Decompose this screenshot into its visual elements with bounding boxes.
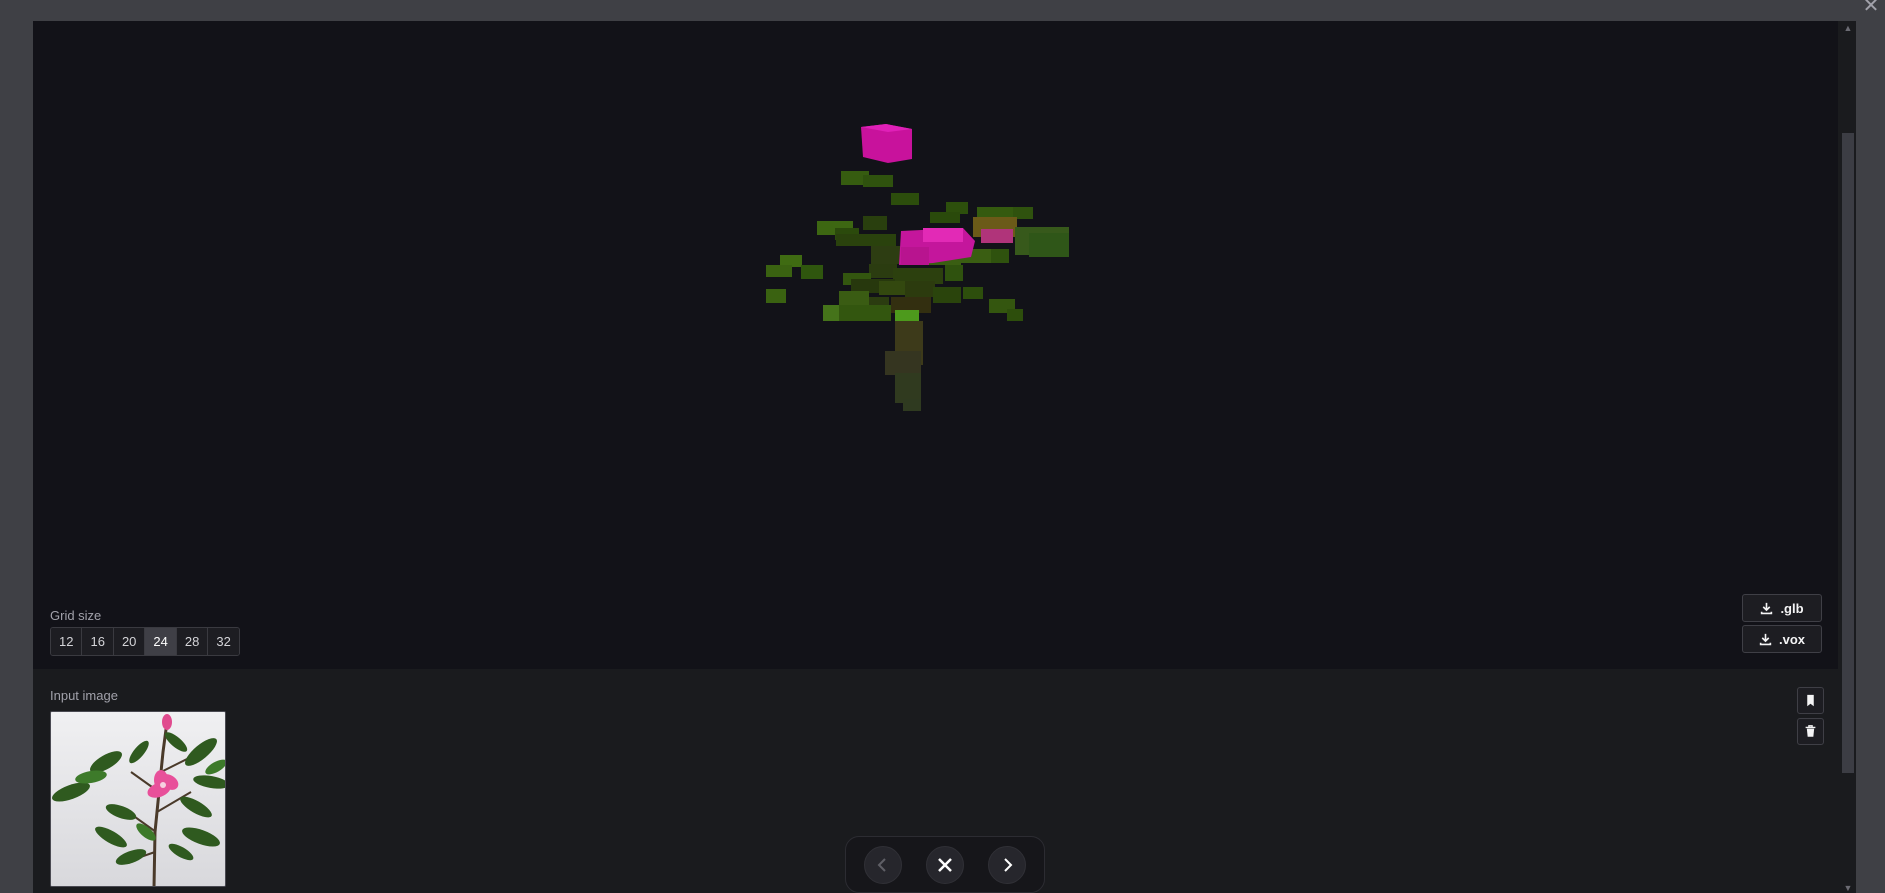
download-glb-button[interactable]: .glb [1742,594,1822,622]
grid-size-20-button[interactable]: 20 [113,628,146,655]
grid-size-28-button[interactable]: 28 [176,628,209,655]
plant-photo [51,712,225,886]
close-icon [938,857,952,872]
voxel-3d-viewer[interactable]: Grid size 12 16 20 24 28 32 .glb .vox [33,21,1838,669]
scroll-down-icon[interactable]: ▼ [1842,883,1854,893]
grid-size-32-button[interactable]: 32 [208,628,239,655]
close-button[interactable] [926,845,964,884]
navigation-bar [845,836,1045,893]
bookmark-button[interactable] [1797,687,1824,714]
voxel-model-render[interactable] [33,21,1838,669]
previous-button[interactable] [864,845,902,884]
grid-size-12-button[interactable]: 12 [51,628,83,655]
grid-size-24-button[interactable]: 24 [145,628,177,655]
download-glb-label: .glb [1780,600,1804,616]
input-image-label: Input image [50,688,118,703]
input-image-thumbnail[interactable] [50,711,226,887]
modal-scrollbar[interactable]: ▲ ▼ [1839,21,1856,893]
next-button[interactable] [988,845,1026,884]
delete-button[interactable] [1797,718,1824,745]
scroll-thumb[interactable] [1842,133,1854,773]
chevron-left-icon [877,857,886,872]
download-icon [1759,633,1772,645]
trash-icon [1805,725,1816,737]
chevron-right-icon [1004,857,1013,872]
download-vox-button[interactable]: .vox [1742,625,1822,653]
grid-size-16-button[interactable]: 16 [82,628,114,655]
voxel-preview-modal: Grid size 12 16 20 24 28 32 .glb .vox In… [33,21,1856,893]
scroll-up-icon[interactable]: ▲ [1842,23,1854,33]
grid-size-label: Grid size [50,608,102,623]
grid-size-selector: 12 16 20 24 28 32 [50,627,240,656]
overlay-close-icon[interactable]: ✕ [1859,0,1883,18]
download-vox-label: .vox [1778,631,1805,647]
download-icon [1761,602,1773,614]
bookmark-icon [1807,694,1814,707]
